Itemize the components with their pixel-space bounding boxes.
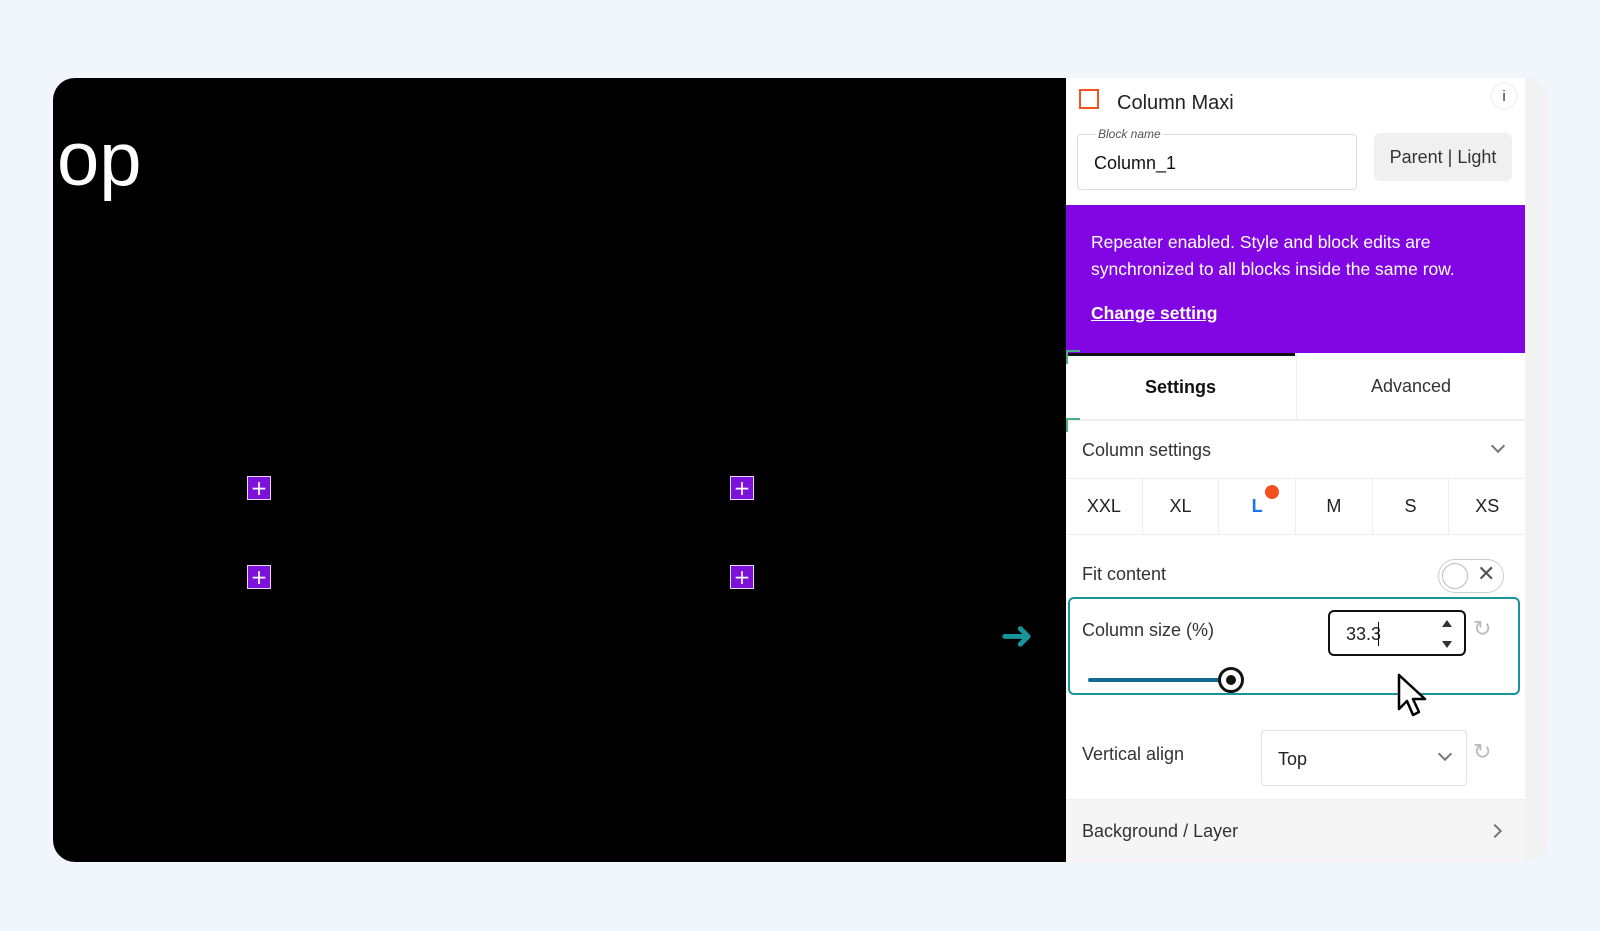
fit-content-label: Fit content [1082,564,1167,584]
change-setting-link[interactable]: Change setting [1091,303,1217,324]
breakpoint-selector: XXL XL L M S XS [1066,479,1525,535]
settings-panel: Column Maxi Block name Column_1 Parent |… [1066,78,1548,862]
arrow-right-icon: ➜ [1000,613,1034,659]
block-name-value[interactable]: Column_1 [1094,153,1176,174]
vertical-align-label: Vertical align [1082,744,1185,764]
add-block-button[interactable]: + [247,565,271,589]
chevron-down-icon [1437,746,1453,762]
increment-icon[interactable] [1442,620,1452,627]
breakpoint-m[interactable]: M [1296,479,1373,534]
focus-corner-mark [1066,350,1080,364]
repeater-banner: Repeater enabled. Style and block edits … [1066,205,1525,353]
panel-scroll-gutter [1525,78,1548,862]
decrement-icon[interactable] [1442,641,1452,648]
breakpoint-l-label: L [1251,496,1263,516]
fit-content-toggle[interactable]: ✕ [1438,559,1504,593]
block-name-label: Block name [1096,127,1163,141]
column-size-slider-handle[interactable] [1218,667,1244,693]
canvas-text: op [57,117,142,202]
close-icon: ✕ [1477,562,1496,587]
column-settings-title: Column settings [1082,440,1212,460]
breakpoint-xxl[interactable]: XXL [1066,479,1143,534]
block-title: Column Maxi [1117,92,1234,114]
breakpoint-xs[interactable]: XS [1449,479,1525,534]
background-layer-label: Background / Layer [1082,821,1239,841]
background-layer-section[interactable]: Background / Layer [1066,799,1525,862]
reset-icon[interactable]: ↻ [1473,742,1495,764]
mouse-cursor-icon [1397,673,1427,717]
column-size-value[interactable]: 33.3 [1346,624,1381,645]
column-size-input[interactable]: 33.3 [1328,610,1466,656]
parent-style-button[interactable]: Parent | Light [1374,133,1512,181]
repeater-banner-text: Repeater enabled. Style and block edits … [1091,232,1455,279]
info-button[interactable]: i [1492,84,1516,108]
chevron-down-icon [1490,438,1506,454]
text-caret [1378,622,1379,646]
add-block-button[interactable]: + [247,476,271,500]
add-block-button[interactable]: + [730,476,754,500]
column-size-label: Column size (%) [1082,620,1215,640]
editor-canvas[interactable]: op + + + + [53,78,1066,862]
breakpoint-xl[interactable]: XL [1143,479,1220,534]
block-name-field[interactable]: Block name Column_1 [1077,127,1357,190]
breakpoint-indicator-dot [1265,485,1280,499]
tab-settings[interactable]: Settings [1066,353,1295,419]
toggle-knob [1442,563,1468,589]
settings-tabs: Settings Advanced [1066,353,1525,421]
column-settings-header[interactable]: Column settings [1066,421,1525,479]
vertical-align-value: Top [1278,749,1308,769]
add-block-button[interactable]: + [730,565,754,589]
column-size-slider-track[interactable] [1088,678,1233,682]
chevron-right-icon [1487,823,1503,839]
settings-panel-body: Column Maxi Block name Column_1 Parent |… [1066,78,1525,862]
reset-icon[interactable]: ↻ [1473,619,1495,641]
breakpoint-s[interactable]: S [1373,479,1450,534]
editor-frame: op + + + + Column Maxi Block name Column… [53,78,1548,862]
vertical-align-select[interactable]: Top [1261,730,1467,786]
breakpoint-l[interactable]: L [1219,479,1297,534]
block-type-icon [1079,89,1099,109]
tab-advanced[interactable]: Advanced [1296,353,1525,419]
